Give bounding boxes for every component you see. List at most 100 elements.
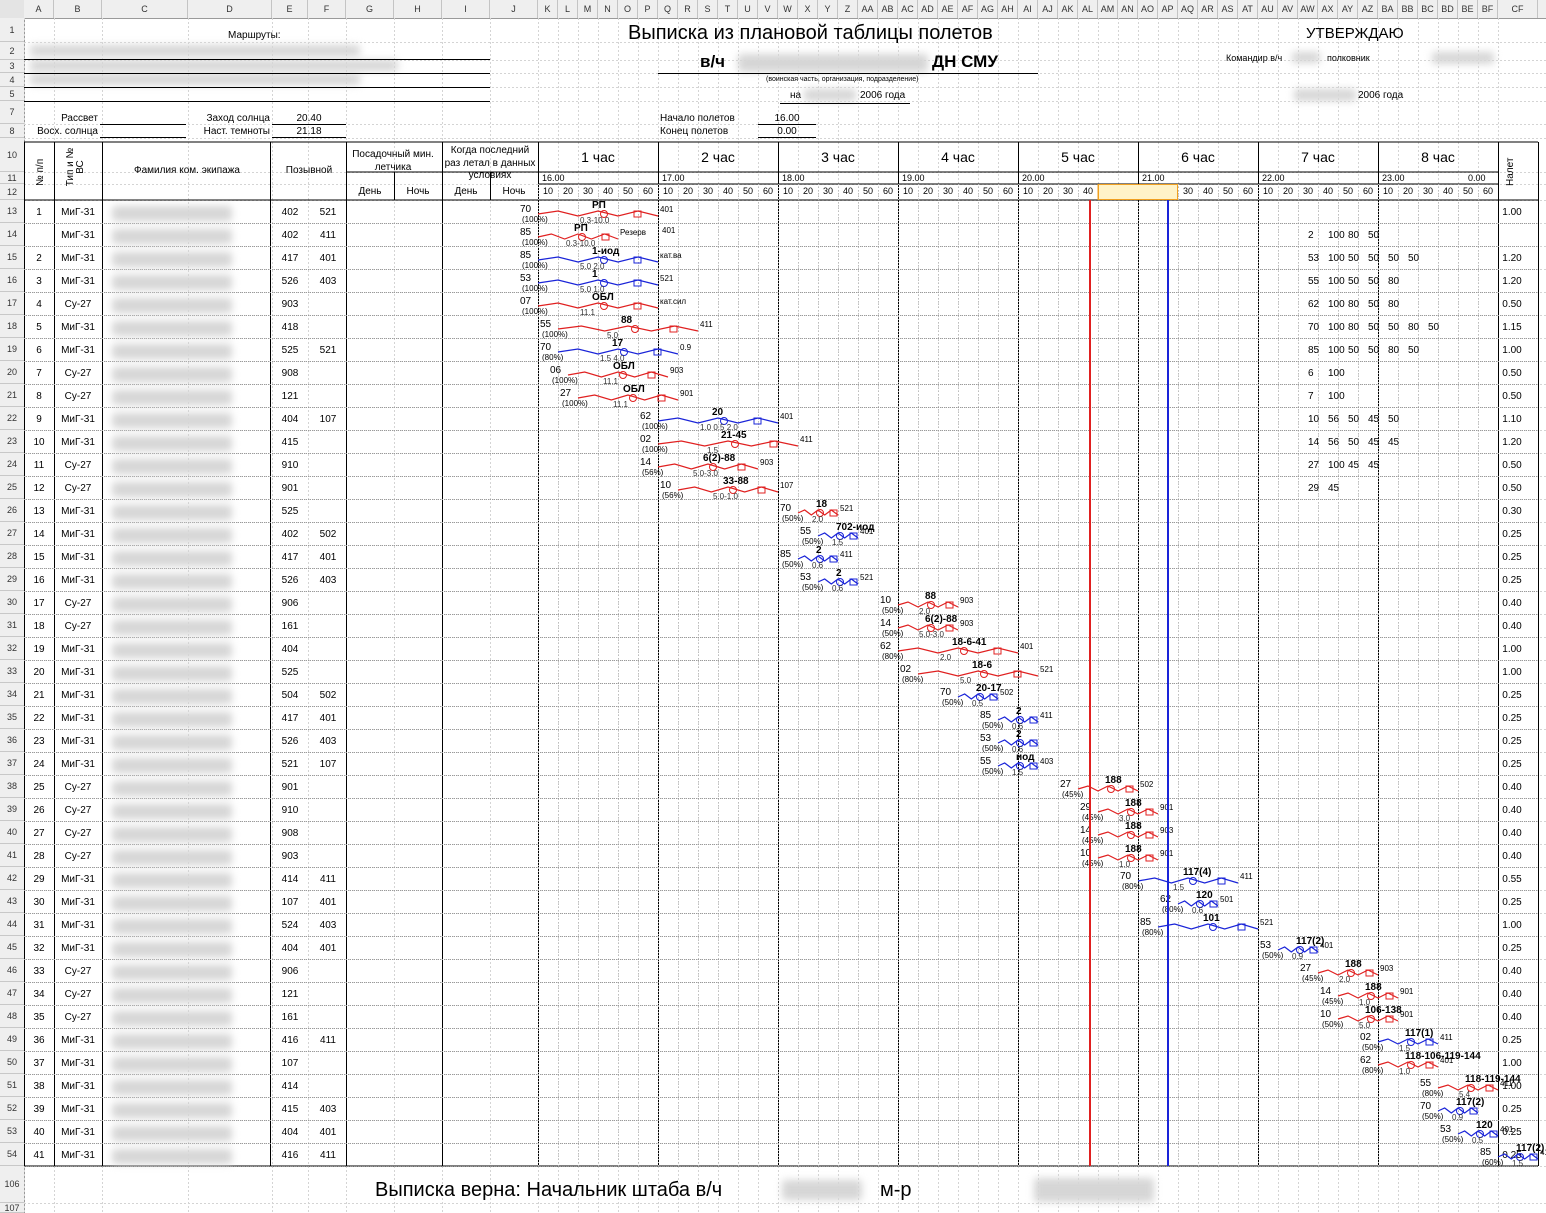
svg-text:188: 188 [1345, 959, 1362, 970]
svg-text:02: 02 [640, 434, 652, 445]
svg-text:1.5: 1.5 [1173, 883, 1185, 892]
svg-text:(50%): (50%) [782, 560, 804, 569]
svg-text:85: 85 [1480, 1147, 1492, 1158]
flight-track: 62(80%) 18-6-412.0 401 [880, 637, 1034, 662]
svg-text:18: 18 [816, 499, 828, 510]
svg-text:(50%): (50%) [982, 767, 1004, 776]
redacted-route-3 [30, 74, 360, 85]
svg-text:2: 2 [1016, 729, 1022, 740]
flight-track: 85(100%)1-иод5.0 2.0кат.ва [520, 246, 682, 271]
svg-text:(50%): (50%) [802, 583, 824, 592]
unit-suffix: ДН СМУ [932, 52, 998, 71]
svg-text:(80%): (80%) [1422, 1089, 1444, 1098]
svg-text:ОБЛ: ОБЛ [613, 361, 635, 372]
svg-text:62: 62 [640, 411, 652, 422]
svg-text:(50%): (50%) [1362, 1043, 1384, 1052]
date-suffix: 2006 года [860, 90, 906, 101]
svg-text:53: 53 [1440, 1124, 1452, 1135]
commander-rank: полковник [1327, 53, 1370, 63]
svg-text:27: 27 [560, 388, 572, 399]
svg-text:401: 401 [1440, 1056, 1454, 1065]
svg-text:5.0: 5.0 [1359, 1021, 1371, 1030]
svg-text:10: 10 [880, 595, 892, 606]
svg-text:70: 70 [780, 503, 792, 514]
svg-text:401: 401 [662, 226, 676, 235]
svg-text:5.0: 5.0 [960, 676, 972, 685]
flight-track: 14(56%) 6(2)-88 5.0-3.0 903 [640, 453, 774, 478]
header-min-day: День [358, 186, 382, 197]
svg-text:411: 411 [1540, 1148, 1546, 1157]
svg-text:117(4): 117(4) [1183, 867, 1211, 878]
svg-text:1.5: 1.5 [1012, 768, 1024, 777]
svg-text:70: 70 [1420, 1101, 1432, 1112]
svg-text:0.9: 0.9 [1292, 952, 1304, 961]
svg-text:ОБЛ: ОБЛ [623, 384, 645, 395]
svg-text:14: 14 [880, 618, 892, 629]
svg-text:(80%): (80%) [542, 353, 564, 362]
redacted-route-2 [30, 60, 398, 71]
svg-text:521: 521 [860, 573, 874, 582]
svg-text:20: 20 [712, 407, 724, 418]
svg-text:62: 62 [880, 641, 892, 652]
flight-track: 29(45%)1883.0901 [1080, 798, 1174, 823]
flight-track: 62(80%)118-106-119-1441.0401 [1360, 1051, 1481, 1076]
svg-text:411: 411 [840, 550, 853, 559]
redacted-footer-name [1034, 1178, 1154, 1202]
svg-text:188: 188 [1105, 775, 1122, 786]
flight-track: 53(50%)117(2)0.9401 [1260, 936, 1334, 961]
svg-text:6(2)-88: 6(2)-88 [925, 614, 958, 625]
redacted-date [804, 89, 856, 101]
flight-track: 27(100%) ОБЛ 11.1 901 [560, 384, 694, 409]
flight-track: 53(50%) 2 0.6 521 [800, 568, 874, 593]
svg-text:903: 903 [760, 458, 774, 467]
svg-text:502: 502 [1140, 780, 1154, 789]
svg-text:411: 411 [1240, 872, 1253, 881]
svg-text:411: 411 [700, 320, 713, 329]
flight-track: 27(45%) 188 2.0 903 [1300, 959, 1394, 984]
svg-text:(100%): (100%) [522, 261, 548, 270]
redacted-commander-unit [1292, 52, 1320, 63]
flight-track: 70(100%)РП0.3-10.0401 [520, 200, 674, 225]
svg-text:(50%): (50%) [1442, 1135, 1464, 1144]
svg-text:РП: РП [592, 200, 606, 211]
svg-text:02: 02 [1360, 1032, 1372, 1043]
flight-track: 10(45%)1881.0901 [1080, 844, 1174, 869]
sunrise-label: Рассвет [61, 113, 98, 124]
svg-text:(45%): (45%) [1302, 974, 1324, 983]
svg-text:0.9: 0.9 [1452, 1113, 1464, 1122]
svg-text:901: 901 [1400, 1010, 1414, 1019]
date-prefix: на [790, 90, 802, 101]
svg-text:(80%): (80%) [1362, 1066, 1384, 1075]
svg-text:101: 101 [1203, 913, 1220, 924]
flight-track: 85(100%)РП0.3-10.0Резерв 401 [520, 223, 676, 248]
svg-text:0.9: 0.9 [680, 343, 692, 352]
svg-text:(56%): (56%) [662, 491, 684, 500]
svg-text:0.5: 0.5 [1472, 1136, 1484, 1145]
svg-text:11.1: 11.1 [580, 308, 596, 317]
svg-text:0.6: 0.6 [832, 584, 844, 593]
svg-text:901: 901 [1400, 987, 1414, 996]
flight-track: 10(50%)882.0903 [880, 591, 974, 616]
header-callsign: Позывной [285, 165, 333, 176]
svg-text:53: 53 [800, 572, 812, 583]
svg-text:(80%): (80%) [1142, 928, 1164, 937]
svg-text:33-88: 33-88 [723, 476, 749, 487]
svg-text:1.5: 1.5 [1512, 1159, 1524, 1168]
svg-text:53: 53 [520, 273, 532, 284]
svg-text:18-6-41: 18-6-41 [952, 637, 987, 648]
flight-track: 14(45%)188 903 [1080, 821, 1174, 845]
svg-text:0.5: 0.5 [972, 699, 984, 708]
svg-text:(100%): (100%) [552, 376, 578, 385]
flight-track: 70(50%) 117(2) 0.9 [1420, 1097, 1484, 1122]
flight-track: 85(60%)117(2)1.5411 [1480, 1143, 1546, 1168]
flight-track: 70(50%) 18 2.0 521 [780, 499, 854, 524]
svg-text:14: 14 [1320, 986, 1332, 997]
svg-text:70: 70 [520, 204, 532, 215]
sunrise-full-label: Восх. солнца [37, 126, 98, 137]
svg-text:901: 901 [680, 389, 694, 398]
svg-text:(100%): (100%) [522, 215, 548, 224]
svg-text:521: 521 [1260, 918, 1274, 927]
svg-text:106-138: 106-138 [1365, 1005, 1402, 1016]
svg-text:903: 903 [960, 619, 974, 628]
svg-text:(100%): (100%) [562, 399, 588, 408]
